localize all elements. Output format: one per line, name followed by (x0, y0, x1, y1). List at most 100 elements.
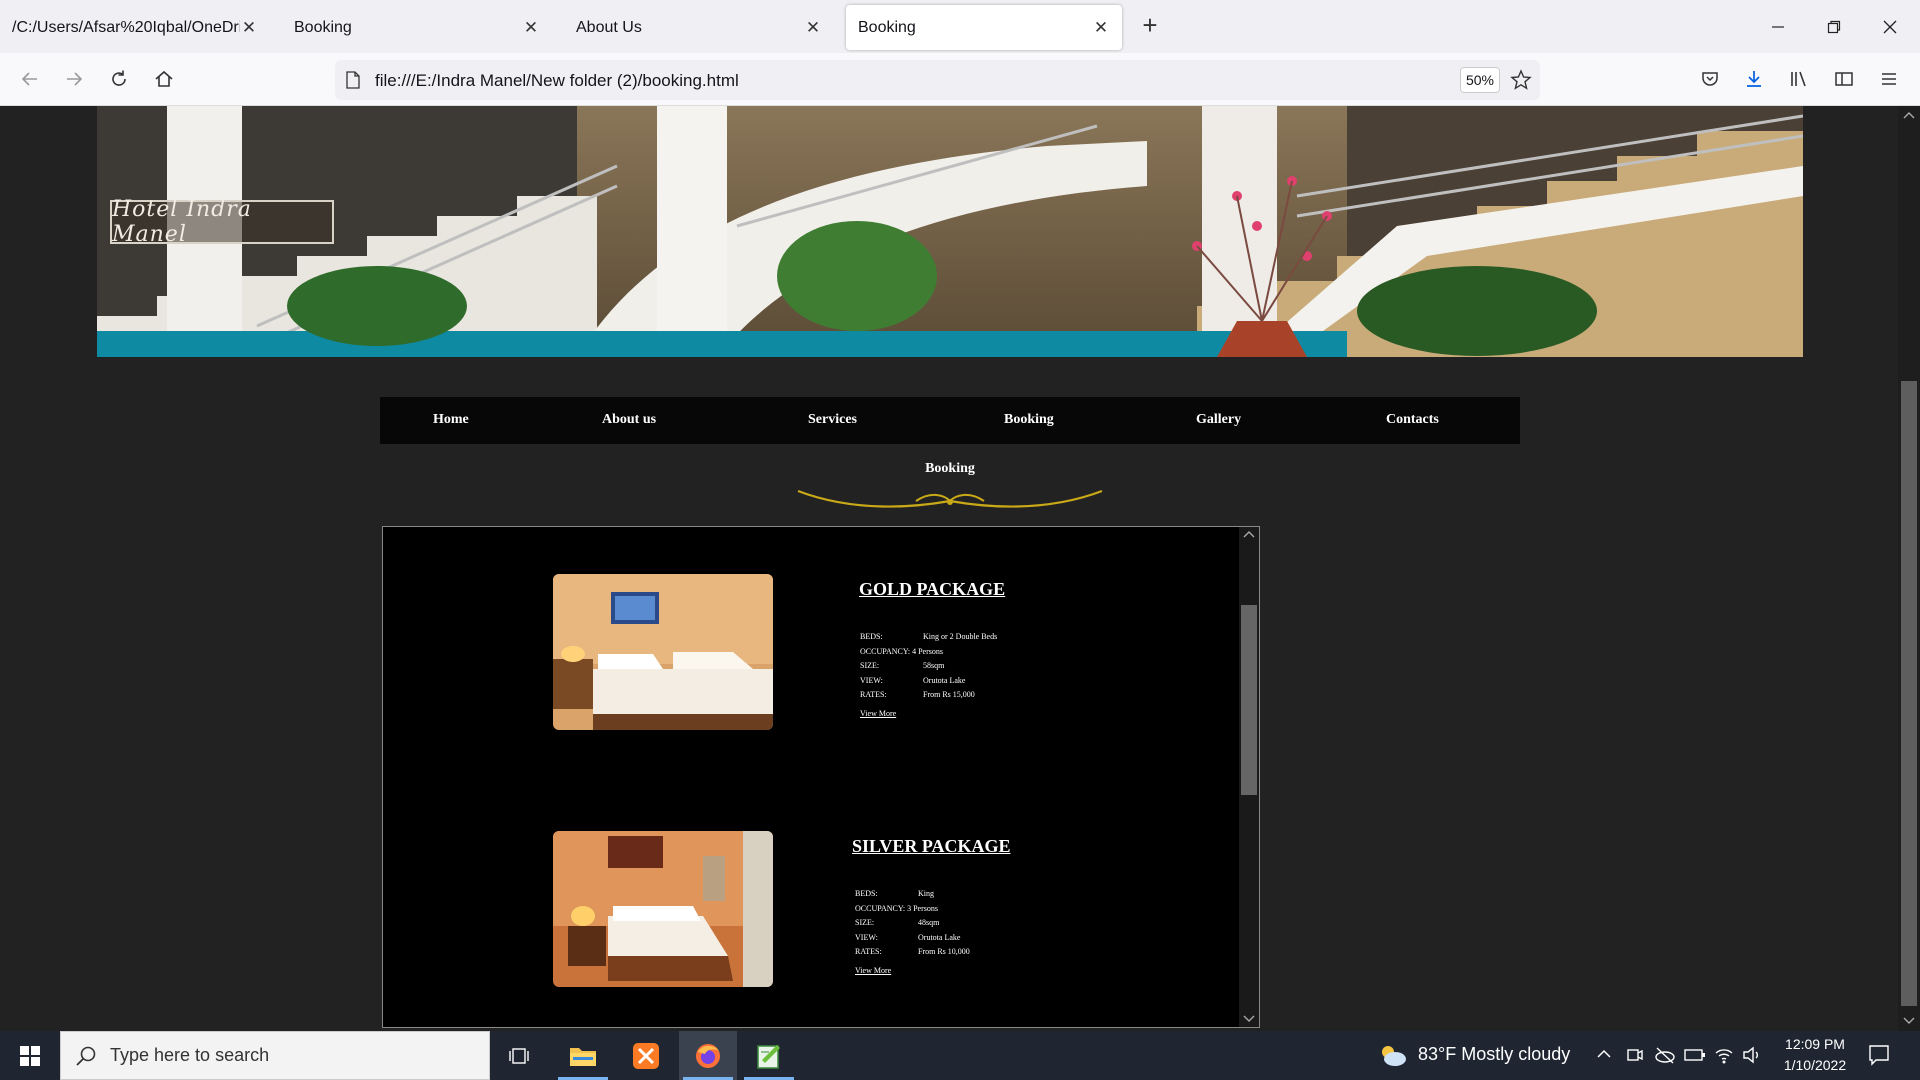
package-specs: BEDS: King OCCUPANCY: 3 Persons SIZE: 48sq… (855, 887, 970, 960)
app-menu-button[interactable] (1873, 63, 1905, 95)
new-tab-button[interactable]: + (1136, 12, 1164, 40)
wifi-icon[interactable] (1714, 1045, 1734, 1065)
hero-banner-image: Hotel Indra Manel (97, 106, 1803, 357)
downloads-button[interactable] (1738, 63, 1770, 95)
weather-text[interactable]: 83°F Mostly cloudy (1418, 1044, 1570, 1065)
browser-tab-active[interactable]: Booking ✕ (846, 5, 1122, 50)
spec-row: RATES: From Rs 10,000 (855, 947, 970, 956)
minimize-button[interactable] (1758, 10, 1798, 44)
scroll-down-icon[interactable] (1903, 1016, 1915, 1026)
taskbar-firefox[interactable] (679, 1031, 737, 1080)
package-specs: BEDS: King or 2 Double Beds OCCUPANCY: 4 … (860, 630, 997, 703)
section-title: Booking (925, 461, 975, 476)
close-tab-icon[interactable]: ✕ (804, 18, 822, 38)
firefox-icon (696, 1043, 720, 1068)
back-button[interactable] (14, 63, 46, 95)
clock-time[interactable]: 12:09 PM (1770, 1036, 1860, 1052)
start-button[interactable] (2, 1031, 58, 1080)
address-bar[interactable]: file:///E:/Indra Manel/New folder (2)/bo… (335, 60, 1540, 100)
spec-row: VIEW: Orutota Lake (855, 932, 961, 942)
close-tab-icon[interactable]: ✕ (522, 18, 540, 38)
spec-row: SIZE: 48sqm (855, 918, 940, 927)
frame-scroll-thumb[interactable] (1241, 605, 1257, 795)
taskbar-file-explorer[interactable] (554, 1031, 612, 1080)
spec-row: SIZE: 58sqm (860, 661, 945, 670)
page-icon (346, 71, 360, 89)
spec-row: BEDS: King or 2 Double Beds (860, 632, 998, 641)
close-window-button[interactable] (1870, 10, 1910, 44)
menu-item-gallery[interactable]: Gallery (1196, 412, 1241, 428)
home-button[interactable] (148, 63, 180, 95)
hotel-logo[interactable]: Hotel Indra Manel (110, 197, 334, 247)
browser-tab[interactable]: Booking ✕ (282, 5, 552, 50)
volume-icon[interactable] (1742, 1045, 1762, 1065)
taskbar-notepad-app[interactable] (740, 1031, 798, 1080)
menu-item-home[interactable]: Home (433, 412, 469, 428)
download-icon (1747, 71, 1761, 87)
back-arrow-icon (21, 72, 37, 86)
clock-date[interactable]: 1/10/2022 (1770, 1057, 1860, 1073)
taskbar-search-box[interactable]: Type here to search (60, 1031, 490, 1080)
search-placeholder: Type here to search (110, 1045, 270, 1065)
forward-arrow-icon (67, 72, 83, 86)
windows-logo-icon (20, 1045, 40, 1066)
chevron-up-icon[interactable] (1596, 1046, 1612, 1062)
tab-title: Booking (294, 18, 352, 36)
close-tab-icon[interactable]: ✕ (1092, 18, 1110, 38)
page-scrollbar[interactable] (1898, 106, 1920, 1031)
taskbar-xampp[interactable] (617, 1031, 675, 1080)
cloudy-weather-icon[interactable] (1378, 1043, 1408, 1067)
library-button[interactable] (1783, 63, 1815, 95)
reload-button[interactable] (103, 63, 135, 95)
battery-icon[interactable] (1684, 1046, 1706, 1064)
minimize-icon (1772, 26, 1784, 28)
windows-taskbar: Type here to search 83°F Mostly cloudy 1… (0, 1031, 1920, 1080)
view-more-link[interactable]: View More (860, 709, 896, 718)
menu-item-booking[interactable]: Booking (1004, 412, 1054, 428)
pocket-button[interactable] (1694, 63, 1726, 95)
frame-scrollbar[interactable] (1239, 527, 1259, 1027)
meet-now-icon[interactable] (1626, 1045, 1644, 1065)
menu-item-about-us[interactable]: About us (602, 412, 656, 428)
browser-tab[interactable]: About Us ✕ (564, 5, 834, 50)
home-icon (155, 70, 173, 87)
onedrive-offline-icon[interactable] (1654, 1045, 1676, 1065)
bookmark-star-icon[interactable] (1510, 69, 1532, 91)
tab-title: About Us (576, 18, 642, 36)
task-view-icon (509, 1047, 529, 1064)
zoom-level-button[interactable]: 50% (1460, 67, 1500, 93)
restore-icon (1827, 20, 1841, 34)
hamburger-menu-icon (1882, 73, 1896, 85)
scroll-up-icon[interactable] (1243, 529, 1255, 539)
menu-item-services[interactable]: Services (808, 412, 857, 428)
spec-row: VIEW: Orutota Lake (860, 675, 966, 685)
notifications-icon[interactable] (1868, 1044, 1890, 1066)
silver-room-photo (553, 831, 773, 987)
task-view-button[interactable] (491, 1031, 549, 1080)
gold-divider-ornament (797, 489, 1103, 508)
close-tab-icon[interactable]: ✕ (240, 18, 258, 38)
page-viewport: Hotel Indra Manel Home About us Services… (0, 106, 1898, 1031)
package-title: SILVER PACKAGE (852, 836, 1011, 856)
forward-button[interactable] (58, 63, 90, 95)
page-scroll-thumb[interactable] (1901, 381, 1917, 1006)
package-title: GOLD PACKAGE (859, 579, 1006, 599)
view-more-link[interactable]: View More (855, 966, 891, 975)
xampp-icon (633, 1042, 659, 1069)
scroll-up-icon[interactable] (1903, 110, 1915, 120)
menu-item-contacts[interactable]: Contacts (1386, 412, 1439, 428)
spec-row: OCCUPANCY: 4 Persons (860, 646, 943, 656)
browser-tab-strip: /C:/Users/Afsar%20Iqbal/OneDrive/ ✕ Book… (0, 0, 1920, 53)
spec-row: OCCUPANCY: 3 Persons (855, 903, 938, 913)
sidebar-button[interactable] (1828, 63, 1860, 95)
spec-row: BEDS: King (855, 889, 934, 898)
folder-icon (570, 1047, 596, 1066)
url-text: file:///E:/Indra Manel/New folder (2)/bo… (375, 71, 739, 90)
search-icon (76, 1046, 96, 1066)
scroll-down-icon[interactable] (1243, 1014, 1255, 1024)
tab-title: Booking (858, 18, 916, 36)
packages-frame[interactable]: GOLD PACKAGE BEDS: King or 2 Double Beds … (382, 526, 1260, 1028)
restore-button[interactable] (1814, 10, 1854, 44)
browser-tab[interactable]: /C:/Users/Afsar%20Iqbal/OneDrive/ ✕ (0, 5, 270, 50)
staircase-photo (97, 106, 1803, 357)
